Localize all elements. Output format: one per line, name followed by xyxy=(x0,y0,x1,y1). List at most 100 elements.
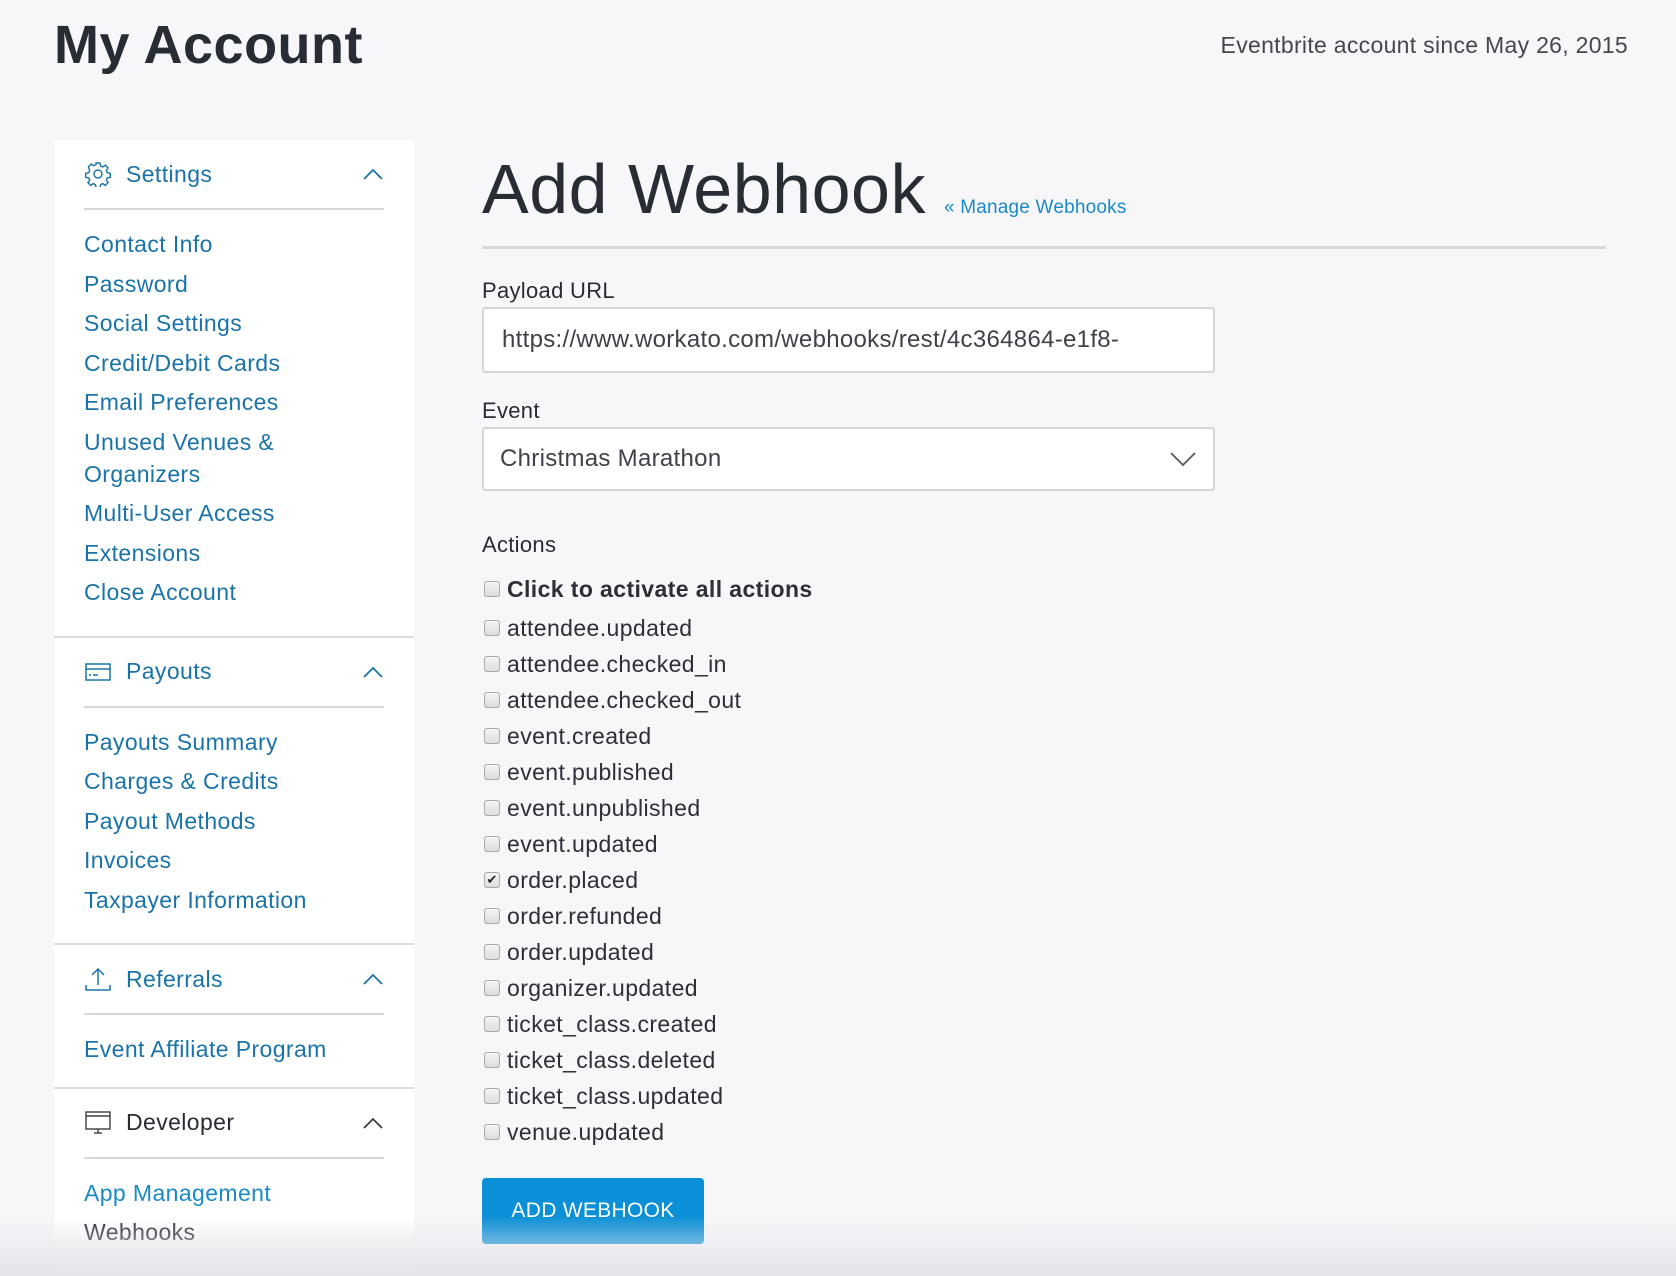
action-label: ticket_class.deleted xyxy=(507,1046,716,1073)
monitor-icon xyxy=(84,1109,112,1137)
action-label: event.created xyxy=(507,722,652,749)
section-header-payouts[interactable]: Payouts xyxy=(84,638,384,708)
action-label: attendee.checked_in xyxy=(507,650,727,677)
chevron-down-icon xyxy=(1170,452,1196,467)
section-label: Referrals xyxy=(126,965,223,992)
sidebar-section-developer: Developer App Management Webhooks xyxy=(54,1088,414,1276)
action-checkbox-row[interactable]: attendee.updated xyxy=(482,610,813,646)
section-header-settings[interactable]: Settings xyxy=(84,140,384,210)
action-checkbox-row[interactable]: attendee.checked_out xyxy=(482,682,813,718)
payload-url-label: Payload URL xyxy=(482,278,615,303)
checkbox[interactable] xyxy=(484,980,500,996)
chevron-up-icon[interactable] xyxy=(362,665,384,679)
action-checkbox-row[interactable]: ticket_class.updated xyxy=(482,1078,813,1114)
sidebar-item-event-affiliate-program[interactable]: Event Affiliate Program xyxy=(84,1033,384,1065)
action-checkbox-row[interactable]: ✔ order.placed xyxy=(482,862,813,898)
main-content: Add Webhook « Manage Webhooks Payload UR… xyxy=(482,140,1606,1244)
action-label: order.refunded xyxy=(507,902,663,929)
sidebar-item-charges-credits[interactable]: Charges & Credits xyxy=(84,765,384,797)
checkbox[interactable] xyxy=(484,908,500,924)
action-checkbox-row[interactable]: organizer.updated xyxy=(482,970,813,1006)
sidebar-item-close-account[interactable]: Close Account xyxy=(84,576,384,608)
activate-all-checkbox-row[interactable]: Click to activate all actions xyxy=(482,568,813,610)
action-label: venue.updated xyxy=(507,1118,665,1145)
sidebar-item-password[interactable]: Password xyxy=(84,268,384,300)
section-label: Developer xyxy=(126,1109,235,1135)
checkbox[interactable] xyxy=(484,656,500,672)
action-checkbox-row[interactable]: event.created xyxy=(482,718,813,754)
action-label: order.placed xyxy=(507,866,639,893)
activate-all-checkbox[interactable] xyxy=(484,581,500,597)
credit-card-icon xyxy=(84,658,112,686)
sidebar-item-app-management[interactable]: App Management xyxy=(84,1177,384,1209)
sidebar-item-extensions[interactable]: Extensions xyxy=(84,537,384,569)
section-label: Payouts xyxy=(126,658,212,684)
action-checkbox-row[interactable]: event.unpublished xyxy=(482,790,813,826)
checkbox[interactable] xyxy=(484,1124,500,1140)
sidebar: Settings Contact Info Password Social Se… xyxy=(54,140,414,1276)
action-label: order.updated xyxy=(507,938,655,965)
activate-all-label: Click to activate all actions xyxy=(507,575,813,602)
action-checkbox-row[interactable]: ticket_class.created xyxy=(482,1006,813,1042)
actions-list: Click to activate all actions attendee.u… xyxy=(482,568,813,1150)
title-row: Add Webhook « Manage Webhooks xyxy=(482,140,1606,244)
sidebar-item-multi-user-access[interactable]: Multi-User Access xyxy=(84,497,384,529)
sidebar-item-invoices[interactable]: Invoices xyxy=(84,844,384,876)
action-label: attendee.checked_out xyxy=(507,686,742,713)
section-header-developer[interactable]: Developer xyxy=(84,1089,384,1159)
chevron-up-icon[interactable] xyxy=(362,167,384,181)
action-checkbox-row[interactable]: event.updated xyxy=(482,826,813,862)
action-label: event.updated xyxy=(507,830,658,857)
action-checkbox-row[interactable]: event.published xyxy=(482,754,813,790)
checkbox[interactable] xyxy=(484,1052,500,1068)
event-select[interactable]: Christmas Marathon xyxy=(482,427,1215,491)
sidebar-section-payouts: Payouts Payouts Summary Charges & Credit… xyxy=(54,638,414,945)
checkbox[interactable] xyxy=(484,620,500,636)
account-since: Eventbrite account since May 26, 2015 xyxy=(1220,32,1628,58)
sidebar-item-webhooks[interactable]: Webhooks xyxy=(84,1216,384,1248)
checkbox[interactable] xyxy=(484,692,500,708)
manage-webhooks-link[interactable]: « Manage Webhooks xyxy=(944,197,1127,219)
action-checkbox-row[interactable]: venue.updated xyxy=(482,1114,813,1150)
checkbox[interactable] xyxy=(484,1088,500,1104)
section-header-referrals[interactable]: Referrals xyxy=(84,945,384,1015)
page-title: My Account xyxy=(54,15,364,75)
sidebar-item-social-settings[interactable]: Social Settings xyxy=(84,307,384,339)
checkbox[interactable] xyxy=(484,800,500,816)
checkbox[interactable] xyxy=(484,1016,500,1032)
sidebar-item-taxpayer-information[interactable]: Taxpayer Information xyxy=(84,884,384,916)
action-label: event.unpublished xyxy=(507,794,701,821)
sidebar-item-payouts-summary[interactable]: Payouts Summary xyxy=(84,726,384,758)
chevron-up-icon[interactable] xyxy=(362,1116,384,1130)
action-checkbox-row[interactable]: ticket_class.deleted xyxy=(482,1042,813,1078)
action-label: ticket_class.updated xyxy=(507,1082,724,1109)
action-checkbox-row[interactable]: order.refunded xyxy=(482,898,813,934)
sidebar-item-contact-info[interactable]: Contact Info xyxy=(84,228,384,260)
title-divider xyxy=(482,246,1606,249)
event-select-value: Christmas Marathon xyxy=(500,445,722,472)
checkbox[interactable] xyxy=(484,764,500,780)
gear-icon xyxy=(84,160,112,188)
sidebar-item-credit-debit-cards[interactable]: Credit/Debit Cards xyxy=(84,347,384,379)
action-label: event.published xyxy=(507,758,675,785)
section-label: Settings xyxy=(126,160,213,187)
sidebar-section-settings: Settings Contact Info Password Social Se… xyxy=(54,140,414,638)
checkbox-checked[interactable]: ✔ xyxy=(484,872,500,888)
upload-icon xyxy=(84,965,112,993)
sidebar-section-referrals: Referrals Event Affiliate Program xyxy=(54,945,414,1089)
chevron-up-icon[interactable] xyxy=(362,972,384,986)
event-label: Event xyxy=(482,398,540,423)
actions-label: Actions xyxy=(482,532,557,557)
checkbox[interactable] xyxy=(484,728,500,744)
sidebar-item-payout-methods[interactable]: Payout Methods xyxy=(84,805,384,837)
checkbox[interactable] xyxy=(484,836,500,852)
sidebar-item-email-preferences[interactable]: Email Preferences xyxy=(84,386,384,418)
main-title: Add Webhook xyxy=(482,150,926,228)
sidebar-item-unused-venues[interactable]: Unused Venues & Organizers xyxy=(84,426,284,490)
add-webhook-button[interactable]: ADD WEBHOOK xyxy=(482,1178,704,1244)
payload-url-input[interactable]: https://www.workato.com/webhooks/rest/4c… xyxy=(482,307,1215,373)
action-checkbox-row[interactable]: order.updated xyxy=(482,934,813,970)
action-checkbox-row[interactable]: attendee.checked_in xyxy=(482,646,813,682)
checkbox[interactable] xyxy=(484,944,500,960)
action-label: ticket_class.created xyxy=(507,1010,717,1037)
